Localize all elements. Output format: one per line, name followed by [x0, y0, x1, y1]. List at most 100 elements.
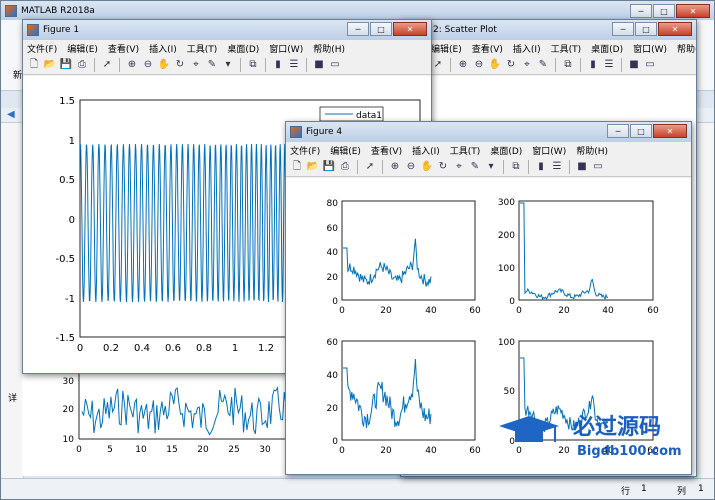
- f4-dropdown-arrow-icon[interactable]: ▾: [484, 160, 498, 174]
- figure2-minimize-button[interactable]: ─: [612, 22, 634, 36]
- figure1-titlebar[interactable]: Figure 1 ─ □ ✕: [23, 20, 431, 40]
- figure2-maximize-button[interactable]: □: [635, 22, 657, 36]
- behind-ytick: 10: [63, 435, 75, 445]
- f2-hide-icon[interactable]: ■: [627, 58, 641, 72]
- f2-menu-window[interactable]: 窗口(W): [633, 42, 667, 55]
- f4-print-icon[interactable]: ⎙: [338, 160, 352, 174]
- f4-menu-edit[interactable]: 编辑(E): [330, 144, 361, 157]
- f2-menu-view[interactable]: 查看(V): [472, 42, 503, 55]
- main-maximize-button[interactable]: □: [653, 4, 675, 18]
- f2-zoom-out-icon[interactable]: ⊖: [472, 58, 486, 72]
- brush-icon[interactable]: ✎: [205, 58, 219, 72]
- f4-menu-tools[interactable]: 工具(T): [450, 144, 481, 157]
- print-icon[interactable]: ⎙: [75, 58, 89, 72]
- f2-pointer-icon[interactable]: ➚: [431, 58, 445, 72]
- f4-new-figure-icon[interactable]: 🗋: [290, 160, 304, 174]
- figure1-close-button[interactable]: ✕: [393, 22, 427, 36]
- f4-menu-desktop[interactable]: 桌面(D): [490, 144, 522, 157]
- save-icon[interactable]: 💾: [59, 58, 73, 72]
- f4-brush-icon[interactable]: ✎: [468, 160, 482, 174]
- f2-rotate-icon[interactable]: ↻: [504, 58, 518, 72]
- f4-link-plot-icon[interactable]: ⧉: [509, 160, 523, 174]
- f2-dock-icon[interactable]: ▭: [643, 58, 657, 72]
- f4-pan-icon[interactable]: ✋: [420, 160, 434, 174]
- open-file-icon[interactable]: 📂: [43, 58, 57, 72]
- f2-menu-edit[interactable]: 编辑(E): [431, 42, 462, 55]
- f4-zoom-out-icon[interactable]: ⊖: [404, 160, 418, 174]
- f2-zoom-in-icon[interactable]: ⊕: [456, 58, 470, 72]
- figure4-toolbar: 🗋 📂 💾 ⎙ ➚ ⊕ ⊖ ✋ ↻ ⌖ ✎ ▾ ⧉ ▮ ☰ ■ ▭: [286, 158, 691, 177]
- pan-icon[interactable]: ✋: [157, 58, 171, 72]
- figure2-close-button[interactable]: ✕: [658, 22, 692, 36]
- f2-link-icon[interactable]: ⧉: [561, 58, 575, 72]
- menu-view[interactable]: 查看(V): [108, 42, 139, 55]
- legend-icon[interactable]: ☰: [287, 58, 301, 72]
- f4-open-file-icon[interactable]: 📂: [306, 160, 320, 174]
- menu-desktop[interactable]: 桌面(D): [227, 42, 259, 55]
- sp4-ytick: 100: [498, 338, 515, 348]
- f2-menu-help[interactable]: 帮助(H): [677, 42, 696, 55]
- f4-menu-window[interactable]: 窗口(W): [532, 144, 566, 157]
- figure1-minimize-button[interactable]: ─: [347, 22, 369, 36]
- sp2-ytick: 200: [498, 231, 515, 241]
- back-arrow-icon[interactable]: ◀: [7, 109, 15, 120]
- left-panel: [1, 123, 24, 478]
- menu-tools[interactable]: 工具(T): [187, 42, 218, 55]
- f4-colorbar-icon[interactable]: ▮: [534, 160, 548, 174]
- menu-insert[interactable]: 插入(I): [149, 42, 177, 55]
- zoom-in-icon[interactable]: ⊕: [125, 58, 139, 72]
- f2-brush-icon[interactable]: ✎: [536, 58, 550, 72]
- pointer-icon[interactable]: ➚: [100, 58, 114, 72]
- f2-pan-icon[interactable]: ✋: [488, 58, 502, 72]
- f4-pointer-icon[interactable]: ➚: [363, 160, 377, 174]
- f4-menu-view[interactable]: 查看(V): [371, 144, 402, 157]
- data-cursor-icon[interactable]: ⌖: [189, 58, 203, 72]
- f2-legend-icon[interactable]: ☰: [602, 58, 616, 72]
- colorbar-icon[interactable]: ▮: [271, 58, 285, 72]
- main-close-button[interactable]: ✕: [676, 4, 710, 18]
- menu-window[interactable]: 窗口(W): [269, 42, 303, 55]
- menu-edit[interactable]: 编辑(E): [67, 42, 98, 55]
- f2-menu-insert[interactable]: 插入(I): [513, 42, 541, 55]
- f4-menu-insert[interactable]: 插入(I): [412, 144, 440, 157]
- zoom-out-icon[interactable]: ⊖: [141, 58, 155, 72]
- f4-data-cursor-icon[interactable]: ⌖: [452, 160, 466, 174]
- f4-menu-file[interactable]: 文件(F): [290, 144, 320, 157]
- figure4-maximize-button[interactable]: □: [630, 124, 652, 138]
- figure4-minimize-button[interactable]: ─: [607, 124, 629, 138]
- f2-menu-tools[interactable]: 工具(T): [551, 42, 582, 55]
- figure4-close-button[interactable]: ✕: [653, 124, 687, 138]
- f4-hide-tools-icon[interactable]: ■: [575, 160, 589, 174]
- sp1-ytick: 0: [332, 297, 338, 307]
- sp1-ytick: 80: [327, 199, 339, 209]
- f4-zoom-in-icon[interactable]: ⊕: [388, 160, 402, 174]
- sp1-ytick: 60: [327, 224, 339, 234]
- f4-dock-icon[interactable]: ▭: [591, 160, 605, 174]
- menu-help[interactable]: 帮助(H): [313, 42, 345, 55]
- dropdown-arrow-icon[interactable]: ▾: [221, 58, 235, 72]
- status-col-value: 1: [698, 484, 704, 494]
- rotate-3d-icon[interactable]: ↻: [173, 58, 187, 72]
- f4-menu-help[interactable]: 帮助(H): [576, 144, 608, 157]
- main-minimize-button[interactable]: ─: [630, 4, 652, 18]
- f4-rotate-3d-icon[interactable]: ↻: [436, 160, 450, 174]
- sp1-ytick: 40: [327, 248, 339, 258]
- f2-datatip-icon[interactable]: ⌖: [520, 58, 534, 72]
- f4-legend-icon[interactable]: ☰: [550, 160, 564, 174]
- f2-menu-desktop[interactable]: 桌面(D): [591, 42, 623, 55]
- sp3-xtick: 40: [425, 446, 437, 456]
- figure4-titlebar[interactable]: Figure 4 ─ □ ✕: [286, 122, 691, 142]
- link-plot-icon[interactable]: ⧉: [246, 58, 260, 72]
- new-figure-icon[interactable]: 🗋: [27, 58, 41, 72]
- dock-icon[interactable]: ▭: [328, 58, 342, 72]
- behind-plot-svg: 30 20 10 0 5 10 15 20 25 30: [63, 372, 287, 455]
- f4-save-icon[interactable]: 💾: [322, 160, 336, 174]
- legend-box[interactable]: data1: [319, 106, 384, 122]
- hide-tools-icon[interactable]: ■: [312, 58, 326, 72]
- f2-colorbar-icon[interactable]: ▮: [586, 58, 600, 72]
- sp2-xtick: 20: [558, 306, 570, 316]
- figure1-maximize-button[interactable]: □: [370, 22, 392, 36]
- menu-file[interactable]: 文件(F): [27, 42, 57, 55]
- ribbon-new-label[interactable]: 新: [13, 68, 22, 81]
- figure2-titlebar[interactable]: 2: Scatter Plot ─ □ ✕: [401, 20, 696, 40]
